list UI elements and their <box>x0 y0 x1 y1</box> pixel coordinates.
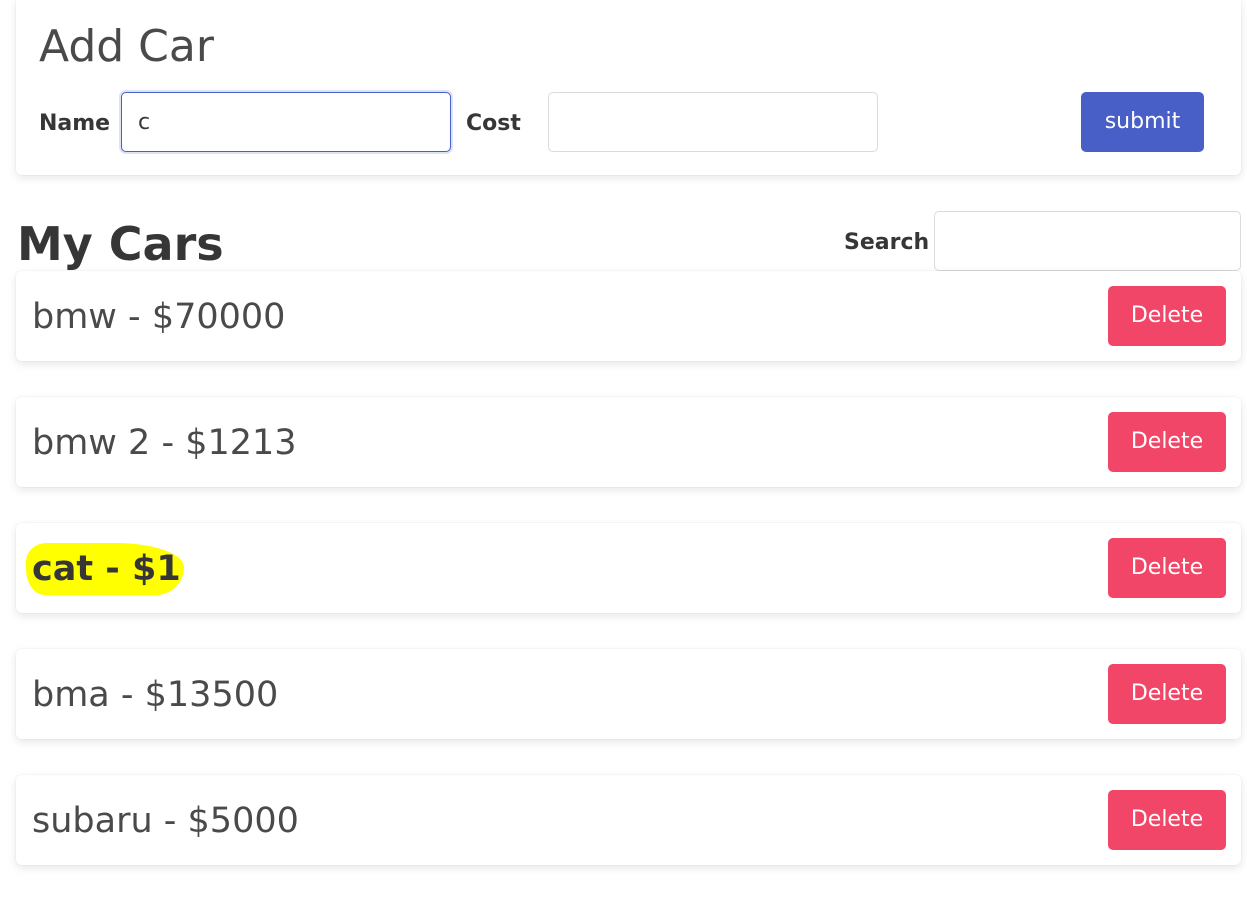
car-item-highlighted: cat - $1 Delete <box>16 523 1241 613</box>
car-item-text: bma - $13500 <box>32 675 279 715</box>
search-input[interactable] <box>934 211 1241 271</box>
delete-button[interactable]: Delete <box>1108 286 1226 346</box>
car-item-text: bmw - $70000 <box>32 297 286 337</box>
car-item: bmw 2 - $1213 Delete <box>16 397 1241 487</box>
car-item: subaru - $5000 Delete <box>16 775 1241 865</box>
car-list: bmw - $70000 Delete bmw 2 - $1213 Delete… <box>16 271 1241 901</box>
cost-label: Cost <box>466 111 521 136</box>
name-input[interactable] <box>121 92 451 152</box>
search-label: Search <box>844 230 930 255</box>
my-cars-title: My Cars <box>17 217 224 271</box>
add-car-card: Add Car Name Cost submit <box>16 0 1241 175</box>
add-car-title: Add Car <box>39 21 214 72</box>
car-item: bmw - $70000 Delete <box>16 271 1241 361</box>
delete-button[interactable]: Delete <box>1108 664 1226 724</box>
car-item-text: subaru - $5000 <box>32 801 299 841</box>
delete-button[interactable]: Delete <box>1108 412 1226 472</box>
cost-input[interactable] <box>548 92 878 152</box>
car-item-text: bmw 2 - $1213 <box>32 423 297 463</box>
car-item: bma - $13500 Delete <box>16 649 1241 739</box>
submit-button[interactable]: submit <box>1081 92 1204 152</box>
car-item-text: cat - $1 <box>32 549 181 589</box>
delete-button[interactable]: Delete <box>1108 790 1226 850</box>
name-label: Name <box>39 111 111 136</box>
delete-button[interactable]: Delete <box>1108 538 1226 598</box>
